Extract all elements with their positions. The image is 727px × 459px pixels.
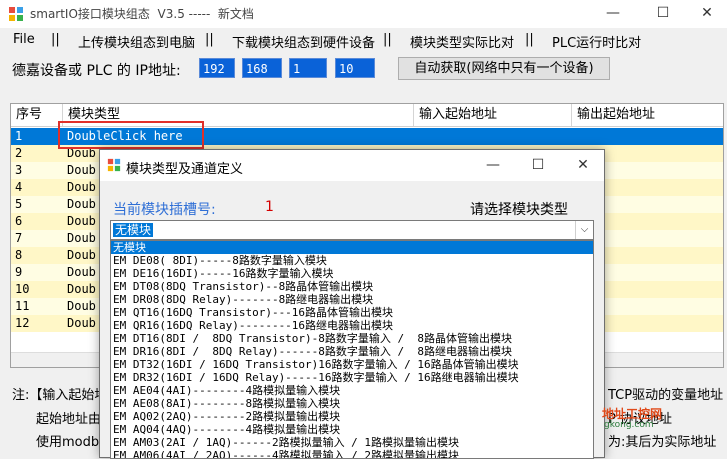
- menu-plc-compare[interactable]: PLC运行时比对: [552, 32, 641, 51]
- menu-separator: ||: [525, 32, 534, 47]
- row-index: 3: [15, 163, 23, 177]
- column-header-index[interactable]: 序号: [11, 104, 63, 126]
- ip-octet-4[interactable]: 10: [335, 58, 375, 78]
- row-index: 12: [15, 316, 30, 330]
- slot-number-label: 当前模块插槽号:: [113, 202, 216, 218]
- highlight-annotation-box: [58, 121, 204, 149]
- close-button[interactable]: ✕: [684, 0, 727, 28]
- row-module-type[interactable]: Doub: [67, 264, 96, 281]
- app-icon: [9, 7, 23, 21]
- module-type-dropdown-list[interactable]: 无模块 EM DE08( 8DI)-----8路数字量输入模块 EM DE16(16…: [110, 240, 594, 459]
- note-line-3-right: 为:其后为实际地址: [608, 435, 717, 450]
- row-module-type[interactable]: Doub: [67, 179, 96, 196]
- module-type-combobox[interactable]: 无模块 ⌵: [110, 220, 594, 240]
- watermark-url: gkong.com: [604, 420, 654, 430]
- dropdown-option[interactable]: EM DR08(8DQ Relay)-------8路继电器输出模块: [111, 293, 593, 306]
- dropdown-option[interactable]: EM DR16(8DI / 8DQ Relay)------8路数字量输入 / …: [111, 345, 593, 358]
- dropdown-option[interactable]: EM DT08(8DQ Transistor)--8路晶体管输出模块: [111, 280, 593, 293]
- dropdown-option[interactable]: EM DR32(16DI / 16DQ Relay)-----16路数字量输入 …: [111, 371, 593, 384]
- note-line-1-right: TCP驱动的变量地址: [608, 388, 724, 403]
- dropdown-option[interactable]: EM DT16(8DI / 8DQ Transistor)-8路数字量输入 / …: [111, 332, 593, 345]
- dialog-title: 模块类型及通道定义: [126, 162, 244, 177]
- row-index: 8: [15, 248, 23, 262]
- menu-download[interactable]: 下载模块组态到硬件设备: [232, 32, 375, 51]
- auto-detect-button[interactable]: 自动获取(网络中只有一个设备): [398, 57, 610, 80]
- menu-separator: ||: [205, 32, 214, 47]
- dropdown-option[interactable]: EM QR16(16DQ Relay)--------16路继电器输出模块: [111, 319, 593, 332]
- row-module-type[interactable]: Doub: [67, 213, 96, 230]
- menu-separator: ||: [51, 32, 60, 47]
- combobox-selected-value: 无模块: [113, 223, 154, 237]
- note-line-2-left: 起始地址由: [36, 412, 102, 427]
- dialog-maximize-button[interactable]: ☐: [515, 152, 561, 180]
- row-index: 2: [15, 146, 23, 160]
- ip-octet-2[interactable]: 168: [242, 58, 282, 78]
- dropdown-option[interactable]: EM AM03(2AI / 1AQ)------2路模拟量输入 / 1路模拟量输…: [111, 436, 593, 449]
- minimize-button[interactable]: —: [590, 0, 636, 28]
- row-module-type[interactable]: Doub: [67, 162, 96, 179]
- row-index: 5: [15, 197, 23, 211]
- dialog-close-button[interactable]: ✕: [560, 152, 606, 180]
- ip-octet-3[interactable]: 1: [289, 58, 327, 78]
- dropdown-option[interactable]: EM AE04(4AI)--------4路模拟量输入模块: [111, 384, 593, 397]
- menu-upload[interactable]: 上传模块组态到电脑: [78, 32, 195, 51]
- chevron-down-icon[interactable]: ⌵: [575, 221, 593, 239]
- row-index: 10: [15, 282, 30, 296]
- row-index: 1: [15, 129, 23, 143]
- slot-number-value: 1: [265, 199, 274, 215]
- dropdown-option[interactable]: EM AQ04(4AQ)--------4路模拟量输出模块: [111, 423, 593, 436]
- row-module-type[interactable]: Doub: [67, 281, 96, 298]
- menu-separator: ||: [383, 32, 392, 47]
- row-index: 11: [15, 299, 30, 313]
- column-header-input-address[interactable]: 输入起始地址: [414, 104, 572, 126]
- row-index: 9: [15, 265, 23, 279]
- dropdown-option[interactable]: EM DE08( 8DI)-----8路数字量输入模块: [111, 254, 593, 267]
- row-index: 4: [15, 180, 23, 194]
- dialog-app-icon: [107, 158, 121, 172]
- dropdown-option[interactable]: EM AE08(8AI)--------8路模拟量输入模块: [111, 397, 593, 410]
- row-module-type[interactable]: Doub: [67, 315, 96, 332]
- row-module-type[interactable]: Doub: [67, 247, 96, 264]
- column-header-output-address[interactable]: 输出起始地址: [572, 104, 723, 126]
- dropdown-option[interactable]: EM AQ02(2AQ)--------2路模拟量输出模块: [111, 410, 593, 423]
- row-index: 7: [15, 231, 23, 245]
- note-line-1-left: 注:【输入起始地: [12, 388, 108, 403]
- dropdown-option[interactable]: EM DE16(16DI)-----16路数字量输入模块: [111, 267, 593, 280]
- ip-octet-1[interactable]: 192: [199, 58, 235, 78]
- dropdown-option[interactable]: EM QT16(16DQ Transistor)---16路晶体管输出模块: [111, 306, 593, 319]
- row-index: 6: [15, 214, 23, 228]
- maximize-button[interactable]: ☐: [640, 0, 686, 28]
- dialog-titlebar: 模块类型及通道定义 — ☐ ✕: [100, 150, 604, 181]
- dropdown-option[interactable]: EM DT32(16DI / 16DQ Transistor)16路数字量输入 …: [111, 358, 593, 371]
- choose-module-label: 请选择模块类型: [470, 202, 568, 218]
- module-type-dialog: 模块类型及通道定义 — ☐ ✕ 当前模块插槽号: 1 请选择模块类型 无模块 ⌵…: [99, 149, 605, 459]
- ip-label: 德嘉设备或 PLC 的 IP地址:: [12, 63, 181, 79]
- dialog-minimize-button[interactable]: —: [470, 152, 516, 180]
- menu-file[interactable]: File: [13, 32, 35, 47]
- menu-compare-actual[interactable]: 模块类型实际比对: [410, 32, 514, 51]
- row-module-type[interactable]: Doub: [67, 230, 96, 247]
- row-module-type[interactable]: Doub: [67, 298, 96, 315]
- window-title: smartIO接口模块组态 V3.5 ----- 新文档: [30, 7, 254, 21]
- window-titlebar: smartIO接口模块组态 V3.5 ----- 新文档 — ☐ ✕: [0, 0, 727, 28]
- row-module-type[interactable]: Doub: [67, 196, 96, 213]
- dropdown-option[interactable]: 无模块: [111, 241, 593, 254]
